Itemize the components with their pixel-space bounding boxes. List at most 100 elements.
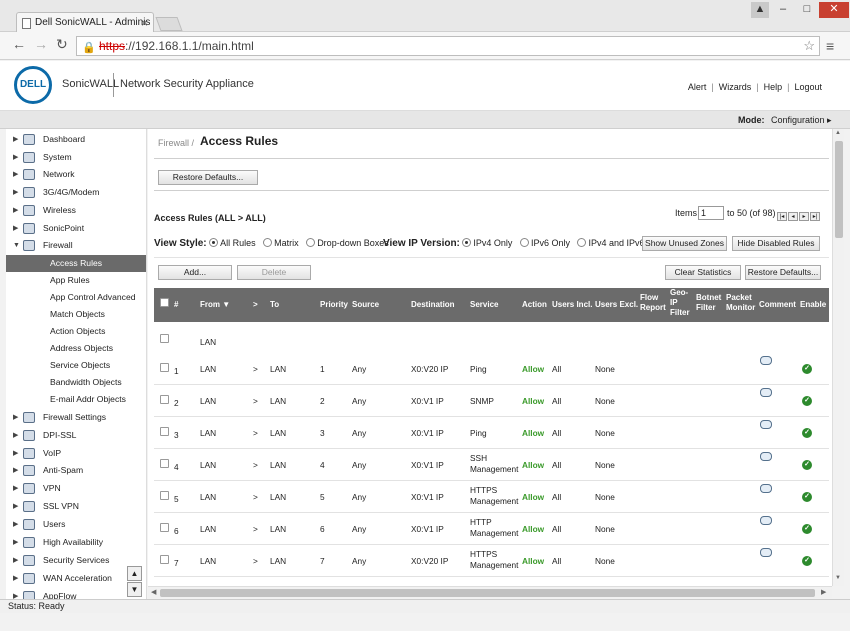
show-unused-zones-button[interactable]: Show Unused Zones	[642, 236, 727, 251]
sidebar-item-wireless[interactable]: ▶ Wireless	[6, 202, 146, 219]
enabled-check-icon[interactable]: ✓	[802, 522, 812, 534]
row-service[interactable]: Ping	[470, 428, 487, 439]
main-horizontal-scrollbar[interactable]: ◀ ▶	[148, 586, 832, 598]
group-checkbox[interactable]	[160, 334, 169, 346]
comment-icon[interactable]	[760, 356, 772, 368]
comment-icon[interactable]	[760, 452, 772, 464]
row-service[interactable]: HTTP Management	[470, 517, 522, 539]
expand-arrow-icon[interactable]: ▶	[13, 534, 18, 551]
row-destination[interactable]: X0:V1 IP	[411, 428, 444, 439]
breadcrumb[interactable]: Firewall /	[158, 138, 194, 148]
sidebar-item-network[interactable]: ▶ Network	[6, 166, 146, 183]
table-row[interactable]: 2 LAN > LAN 2 Any X0:V1 IP SNMP Allow Al…	[154, 385, 829, 417]
row-destination[interactable]: X0:V1 IP	[411, 492, 444, 503]
maximize-button[interactable]: □	[795, 2, 819, 18]
table-row[interactable]: 6 LAN > LAN 6 Any X0:V1 IP HTTP Manageme…	[154, 513, 829, 545]
col-source[interactable]: Source	[352, 300, 379, 310]
wizards-link[interactable]: Wizards	[719, 82, 752, 92]
sidebar-item-system[interactable]: ▶ System	[6, 149, 146, 166]
last-page-icon[interactable]: ▸|	[810, 212, 820, 221]
sidebar-subitem-bandwidth-objects[interactable]: Bandwidth Objects	[6, 374, 146, 391]
row-source[interactable]: Any	[352, 364, 366, 375]
col-to[interactable]: To	[270, 300, 279, 310]
expand-arrow-icon[interactable]: ▶	[13, 427, 18, 444]
radio-matrix[interactable]: Matrix	[263, 238, 299, 248]
table-row[interactable]: 4 LAN > LAN 4 Any X0:V1 IP SSH Managemen…	[154, 449, 829, 481]
row-checkbox[interactable]	[160, 491, 169, 503]
sidebar-item-3g4g-modem[interactable]: ▶ 3G/4G/Modem	[6, 184, 146, 201]
row-checkbox[interactable]	[160, 363, 169, 375]
main-vertical-scrollbar[interactable]: ▲ ▼	[832, 129, 844, 586]
scroll-up-arrow-icon[interactable]: ▲	[835, 130, 841, 136]
table-row[interactable]: 5 LAN > LAN 5 Any X0:V1 IP HTTPS Managem…	[154, 481, 829, 513]
scroll-down-arrow-icon[interactable]: ▼	[835, 575, 841, 581]
comment-icon[interactable]	[760, 516, 772, 528]
expand-arrow-icon[interactable]: ▶	[13, 480, 18, 497]
row-source[interactable]: Any	[352, 524, 366, 535]
expand-arrow-icon[interactable]: ▶	[13, 570, 18, 587]
scroll-left-arrow-icon[interactable]: ◀	[151, 588, 156, 596]
browser-tab[interactable]: Dell SonicWALL - Adminis ×	[16, 12, 154, 33]
row-destination[interactable]: X0:V20 IP	[411, 556, 448, 567]
sidebar-item-firewall-settings[interactable]: ▶ Firewall Settings	[6, 409, 146, 426]
sidebar-subitem-match-objects[interactable]: Match Objects	[6, 306, 146, 323]
row-service[interactable]: HTTPS Management	[470, 549, 522, 571]
sidebar-item-appflow[interactable]: ▶ AppFlow	[6, 588, 146, 599]
row-checkbox[interactable]	[160, 555, 169, 567]
row-service[interactable]: SNMP	[470, 396, 494, 407]
row-service[interactable]: SSH Management	[470, 453, 522, 475]
row-checkbox[interactable]	[160, 459, 169, 471]
col-users-excl[interactable]: Users Excl.	[595, 300, 638, 310]
expand-arrow-icon[interactable]: ▶	[13, 552, 18, 569]
bookmark-star-icon[interactable]: ☆	[803, 37, 815, 55]
expand-arrow-icon[interactable]: ▶	[13, 149, 18, 166]
col-priority[interactable]: Priority	[320, 300, 348, 310]
sidebar-item-dpi-ssl[interactable]: ▶ DPI-SSL	[6, 427, 146, 444]
col-destination[interactable]: Destination	[411, 300, 455, 310]
row-destination[interactable]: X0:V1 IP	[411, 396, 444, 407]
sidebar-subitem-app-control-advanced[interactable]: App Control Advanced	[6, 289, 146, 306]
sidebar-subitem-service-objects[interactable]: Service Objects	[6, 357, 146, 374]
col-action[interactable]: Action	[522, 300, 547, 310]
enabled-check-icon[interactable]: ✓	[802, 458, 812, 470]
row-destination[interactable]: X0:V1 IP	[411, 524, 444, 535]
select-all-checkbox[interactable]	[160, 298, 169, 310]
mode-selector[interactable]: Configuration ▸	[771, 115, 832, 126]
col-service[interactable]: Service	[470, 300, 498, 310]
expand-arrow-icon[interactable]: ▶	[13, 409, 18, 426]
radio-ipv4-only[interactable]: IPv4 Only	[462, 238, 512, 248]
row-destination[interactable]: X0:V20 IP	[411, 364, 448, 375]
row-destination[interactable]: X0:V1 IP	[411, 460, 444, 471]
row-service[interactable]: HTTPS Management	[470, 485, 522, 507]
sidebar-item-security-services[interactable]: ▶ Security Services	[6, 552, 146, 569]
comment-icon[interactable]	[760, 548, 772, 560]
row-checkbox[interactable]	[160, 395, 169, 407]
sidebar-item-sonicpoint[interactable]: ▶ SonicPoint	[6, 220, 146, 237]
logout-link[interactable]: Logout	[794, 82, 822, 92]
expand-arrow-icon[interactable]: ▶	[13, 462, 18, 479]
minimize-button[interactable]: –	[771, 2, 795, 18]
next-page-icon[interactable]: ▸	[799, 212, 809, 221]
row-checkbox[interactable]	[160, 523, 169, 535]
restore-defaults-button[interactable]: Restore Defaults...	[158, 170, 258, 185]
new-tab-button[interactable]	[155, 17, 183, 31]
browser-menu-icon[interactable]: ≡	[826, 38, 834, 54]
sidebar-item-firewall[interactable]: ▼ Firewall	[6, 237, 146, 254]
sidebar-item-ssl-vpn[interactable]: ▶ SSL VPN	[6, 498, 146, 515]
sidebar-item-wan-acceleration[interactable]: ▶ WAN Acceleration	[6, 570, 146, 587]
row-source[interactable]: Any	[352, 492, 366, 503]
enabled-check-icon[interactable]: ✓	[802, 490, 812, 502]
prev-page-icon[interactable]: ◂	[788, 212, 798, 221]
row-source[interactable]: Any	[352, 396, 366, 407]
row-checkbox[interactable]	[160, 427, 169, 439]
expand-arrow-icon[interactable]: ▶	[13, 131, 18, 148]
close-window-button[interactable]: ✕	[819, 2, 849, 18]
sidebar-item-vpn[interactable]: ▶ VPN	[6, 480, 146, 497]
row-source[interactable]: Any	[352, 460, 366, 471]
row-service[interactable]: Ping	[470, 364, 487, 375]
comment-icon[interactable]	[760, 388, 772, 400]
comment-icon[interactable]	[760, 420, 772, 432]
sidebar-item-voip[interactable]: ▶ VoIP	[6, 445, 146, 462]
restore-defaults-bottom-button[interactable]: Restore Defaults...	[745, 265, 821, 280]
enabled-check-icon[interactable]: ✓	[802, 426, 812, 438]
